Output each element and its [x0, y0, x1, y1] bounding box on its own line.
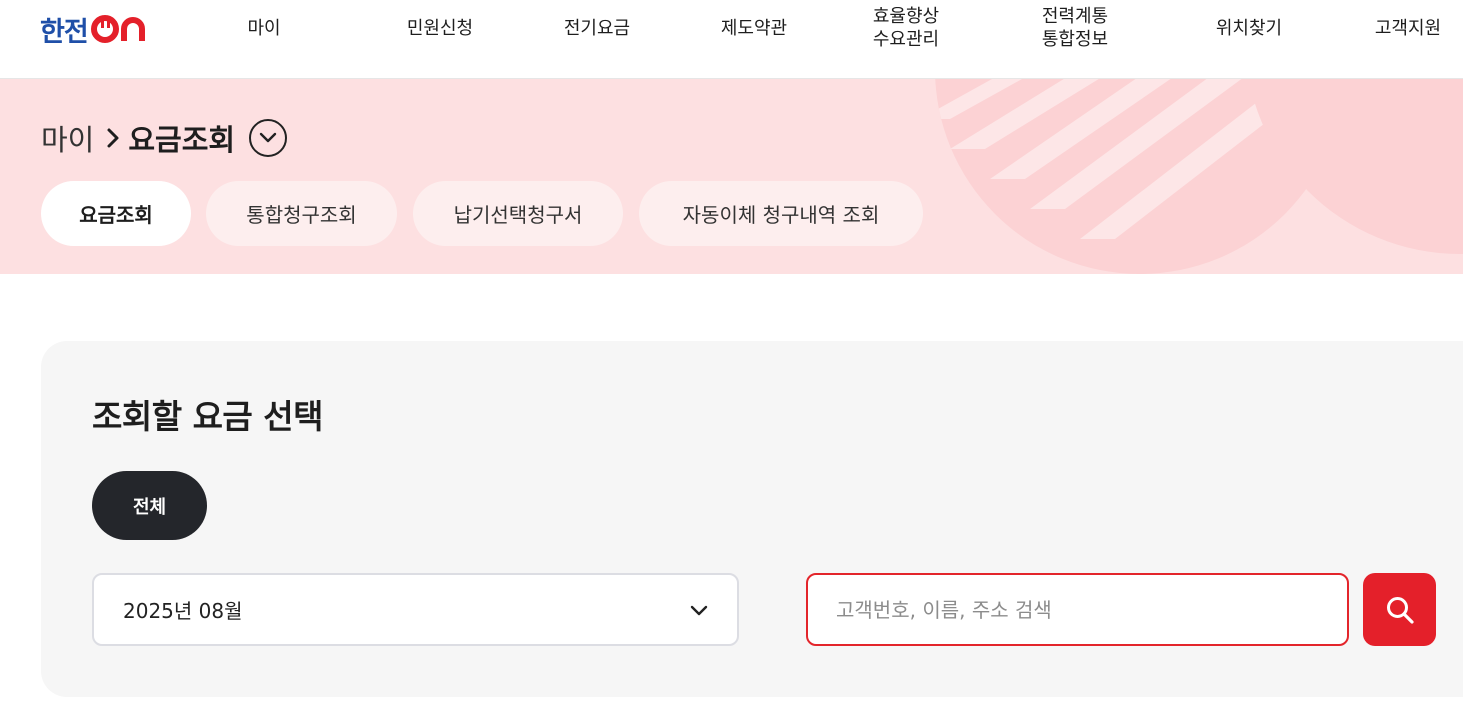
top-header: 한전 마이 민원신청 전기요금 제도약관 효율향상 수요관리 전력계통 통합정보…	[0, 0, 1463, 79]
month-select-value: 2025년 08월	[123, 599, 243, 623]
tab-integrated-billing[interactable]: 통합청구조회	[206, 181, 397, 246]
chevron-right-icon	[106, 127, 120, 149]
logo-text: 한전	[40, 16, 89, 48]
breadcrumb: 마이 요금조회	[41, 117, 288, 159]
tab-due-date-bill[interactable]: 납기선택청구서	[413, 181, 623, 246]
nav-item-locations[interactable]: 위치찾기	[1199, 0, 1299, 56]
search-icon	[1386, 596, 1414, 624]
chevron-down-circle-icon[interactable]	[249, 119, 288, 157]
breadcrumb-home[interactable]: 마이	[41, 117, 94, 159]
nav-item-efficiency[interactable]: 효율향상 수요관리	[856, 0, 956, 56]
chevron-down-icon	[690, 605, 708, 616]
panel-title: 조회할 요금 선택	[92, 397, 324, 436]
nav-item-my[interactable]: 마이	[224, 0, 304, 56]
search-input[interactable]	[806, 573, 1349, 646]
breadcrumb-current: 요금조회	[128, 123, 236, 157]
tab-auto-transfer[interactable]: 자동이체 청구내역 조회	[639, 181, 923, 246]
nav-item-electricity-fee[interactable]: 전기요금	[547, 0, 647, 56]
logo-on-mark	[90, 15, 145, 43]
nav-item-civil-request[interactable]: 민원신청	[390, 0, 490, 56]
nav-item-grid-info[interactable]: 전력계통 통합정보	[1025, 0, 1125, 56]
tab-fee-inquiry[interactable]: 요금조회	[41, 181, 191, 246]
nav-item-terms[interactable]: 제도약관	[704, 0, 804, 56]
filter-all-chip[interactable]: 전체	[92, 471, 207, 540]
month-select[interactable]: 2025년 08월	[92, 573, 739, 646]
kepco-on-logo[interactable]: 한전	[40, 12, 149, 48]
search-button[interactable]	[1363, 573, 1436, 646]
nav-item-support[interactable]: 고객지원	[1358, 0, 1458, 56]
